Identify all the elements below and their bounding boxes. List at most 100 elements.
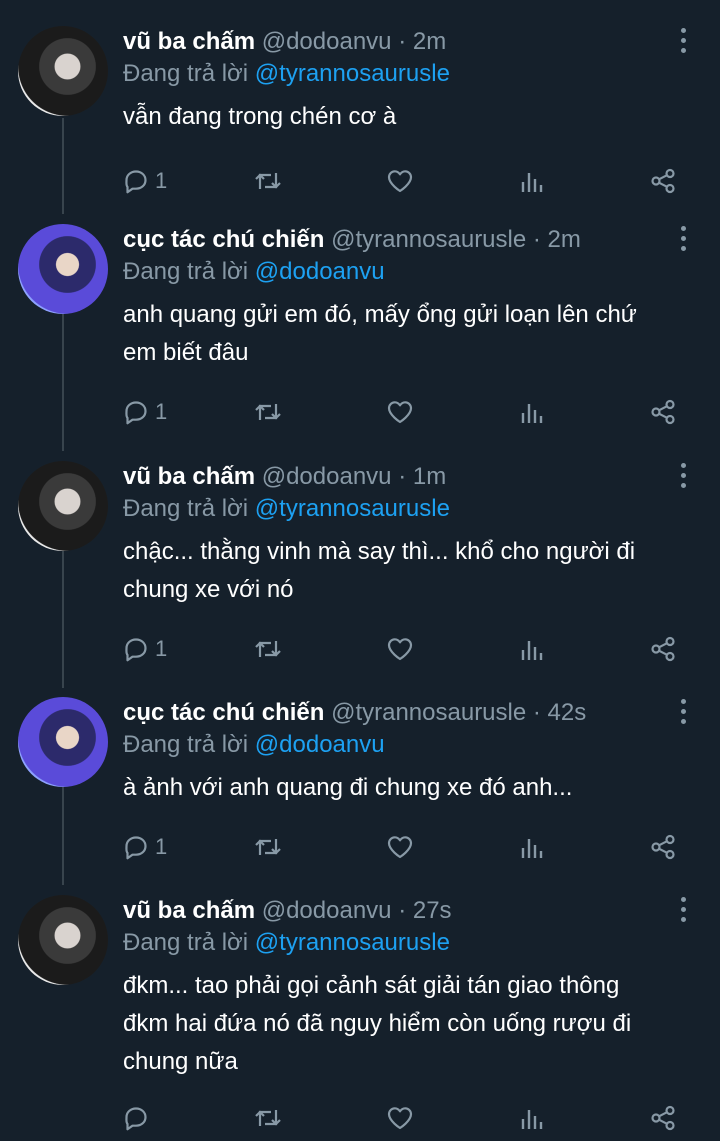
retweet-icon: [253, 399, 283, 425]
like-button[interactable]: [386, 1098, 414, 1138]
heart-icon: [386, 1105, 414, 1131]
tweet-actions: 1: [0, 392, 720, 432]
reply-button[interactable]: 1: [123, 392, 167, 432]
reply-icon: [123, 1105, 149, 1131]
tweet-text-line: em biết đâu: [123, 339, 249, 366]
replying-to-mention[interactable]: @dodoanvu: [255, 731, 385, 758]
retweet-button[interactable]: [253, 827, 283, 867]
share-button[interactable]: [650, 1098, 678, 1138]
tweet-text-line: đkm... tao phải gọi cảnh sát giải tán gi…: [123, 972, 620, 999]
replying-to-label: Đang trả lời: [123, 258, 249, 285]
avatar[interactable]: [18, 697, 108, 787]
heart-icon: [386, 399, 414, 425]
more-vertical-icon[interactable]: [678, 699, 688, 725]
avatar[interactable]: [18, 461, 108, 551]
like-button[interactable]: [386, 629, 414, 669]
tweet[interactable]: cục tác chú chiến @tyrannosaurusle · 2m Đ…: [0, 224, 720, 432]
retweet-button[interactable]: [253, 1098, 283, 1138]
timestamp[interactable]: · 2m: [398, 28, 446, 55]
display-name[interactable]: vũ ba chấm: [123, 28, 255, 55]
more-vertical-icon[interactable]: [678, 463, 688, 489]
reply-icon: [123, 834, 149, 860]
analytics-button[interactable]: [520, 161, 544, 201]
timestamp[interactable]: · 42s: [533, 699, 586, 726]
reply-icon: [123, 399, 149, 425]
analytics-icon: [520, 834, 544, 860]
analytics-button[interactable]: [520, 629, 544, 669]
retweet-icon: [253, 636, 283, 662]
replying-to-mention[interactable]: @dodoanvu: [255, 258, 385, 285]
analytics-button[interactable]: [520, 392, 544, 432]
share-icon: [650, 834, 678, 860]
tweet[interactable]: vũ ba chấm @dodoanvu · 1m Đang trả lời @t…: [0, 461, 720, 669]
retweet-button[interactable]: [253, 161, 283, 201]
avatar[interactable]: [18, 224, 108, 314]
reply-count: 1: [155, 168, 168, 193]
replying-to-label: Đang trả lời: [123, 731, 249, 758]
more-vertical-icon[interactable]: [678, 28, 688, 54]
tweet-text-line: anh quang gửi em đó, mấy ổng gửi loạn lê…: [123, 301, 637, 328]
tweet-text: anh quang gửi em đó, mấy ổng gửi loạn lê…: [123, 296, 693, 372]
tweet-text: à ảnh với anh quang đi chung xe đó anh..…: [123, 769, 693, 807]
replying-to-mention[interactable]: @tyrannosaurusle: [255, 929, 450, 956]
like-button[interactable]: [386, 161, 414, 201]
retweet-button[interactable]: [253, 629, 283, 669]
share-icon: [650, 399, 678, 425]
reply-icon: [123, 168, 149, 194]
tweet[interactable]: vũ ba chấm @dodoanvu · 2m Đang trả lời @t…: [0, 26, 720, 201]
handle[interactable]: @dodoanvu: [262, 28, 392, 55]
share-button[interactable]: [650, 392, 678, 432]
display-name[interactable]: cục tác chú chiến: [123, 699, 324, 726]
reply-count: 1: [155, 636, 168, 661]
replying-to-mention[interactable]: @tyrannosaurusle: [255, 495, 450, 522]
tweet[interactable]: cục tác chú chiến @tyrannosaurusle · 42s…: [0, 697, 720, 867]
tweet-actions: 1: [0, 161, 720, 201]
tweet-text-line: chung xe với nó: [123, 576, 294, 603]
analytics-button[interactable]: [520, 827, 544, 867]
share-icon: [650, 168, 678, 194]
share-icon: [650, 636, 678, 662]
tweet-header: cục tác chú chiến @tyrannosaurusle · 2m: [123, 224, 581, 256]
like-button[interactable]: [386, 827, 414, 867]
more-vertical-icon[interactable]: [678, 226, 688, 252]
tweet-text-line: vẫn đang trong chén cơ à: [123, 103, 397, 130]
display-name[interactable]: vũ ba chấm: [123, 897, 255, 924]
handle[interactable]: @dodoanvu: [262, 463, 392, 490]
display-name[interactable]: vũ ba chấm: [123, 463, 255, 490]
timestamp[interactable]: · 2m: [533, 226, 581, 253]
heart-icon: [386, 636, 414, 662]
handle[interactable]: @tyrannosaurusle: [331, 226, 526, 253]
share-button[interactable]: [650, 827, 678, 867]
retweet-button[interactable]: [253, 392, 283, 432]
handle[interactable]: @dodoanvu: [262, 897, 392, 924]
replying-to-label: Đang trả lời: [123, 929, 249, 956]
avatar[interactable]: [18, 895, 108, 985]
analytics-button[interactable]: [520, 1098, 544, 1138]
analytics-icon: [520, 1105, 544, 1131]
display-name[interactable]: cục tác chú chiến: [123, 226, 324, 253]
timestamp[interactable]: · 27s: [398, 897, 451, 924]
replying-to: Đang trả lời @tyrannosaurusle: [123, 493, 450, 525]
reply-button[interactable]: 1: [123, 827, 167, 867]
tweet[interactable]: vũ ba chấm @dodoanvu · 27s Đang trả lời @…: [0, 895, 720, 1138]
replying-to: Đang trả lời @dodoanvu: [123, 729, 385, 761]
share-button[interactable]: [650, 629, 678, 669]
reply-button[interactable]: 1: [123, 161, 167, 201]
share-button[interactable]: [650, 161, 678, 201]
like-button[interactable]: [386, 392, 414, 432]
timestamp[interactable]: · 1m: [398, 463, 446, 490]
more-vertical-icon[interactable]: [678, 897, 688, 923]
tweet-text: đkm... tao phải gọi cảnh sát giải tán gi…: [123, 967, 693, 1081]
handle[interactable]: @tyrannosaurusle: [331, 699, 526, 726]
tweet-header: vũ ba chấm @dodoanvu · 2m: [123, 26, 446, 58]
replying-to-mention[interactable]: @tyrannosaurusle: [255, 60, 450, 87]
tweet-header: cục tác chú chiến @tyrannosaurusle · 42s: [123, 697, 586, 729]
tweet-actions: 1: [0, 629, 720, 669]
analytics-icon: [520, 636, 544, 662]
tweet-text: vẫn đang trong chén cơ à: [123, 98, 693, 136]
tweet-header: vũ ba chấm @dodoanvu · 1m: [123, 461, 446, 493]
retweet-icon: [253, 1105, 283, 1131]
avatar[interactable]: [18, 26, 108, 116]
reply-button[interactable]: [123, 1098, 155, 1138]
reply-button[interactable]: 1: [123, 629, 167, 669]
